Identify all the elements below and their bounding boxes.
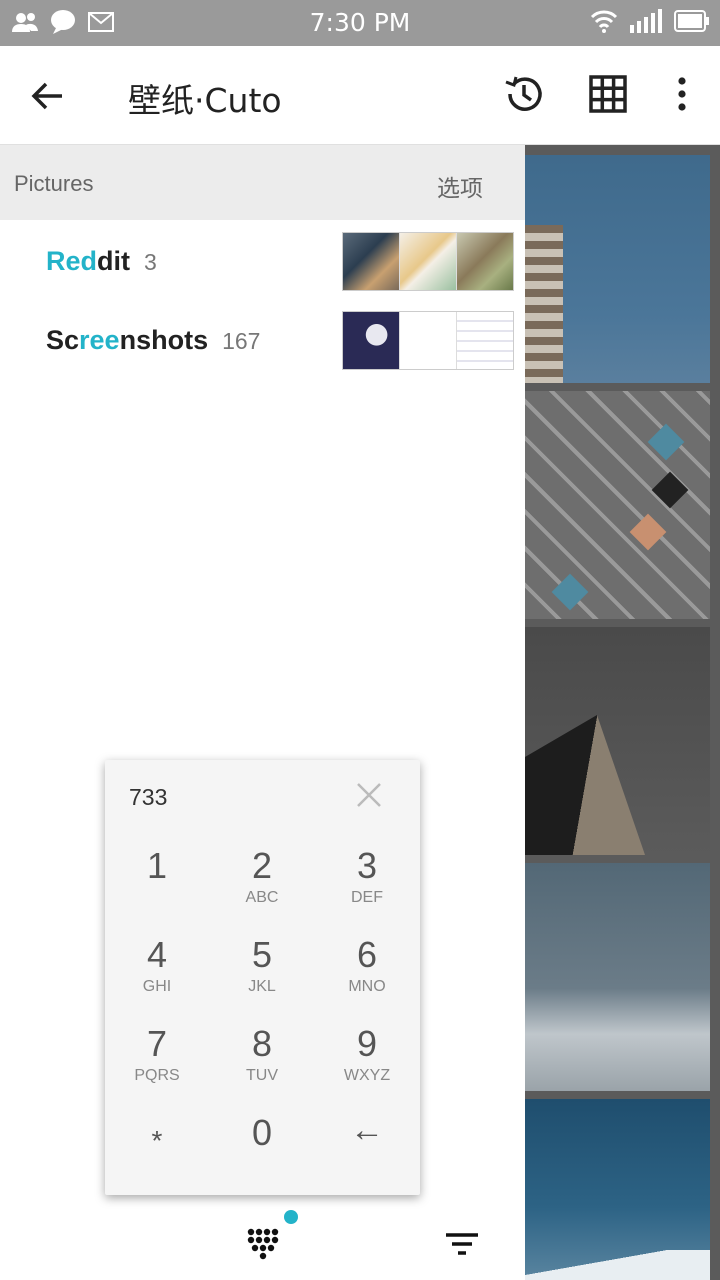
- album-count: 3: [144, 249, 157, 275]
- dialpad-query: 733: [129, 784, 168, 810]
- album-name: Reddit 3: [46, 246, 157, 276]
- album-item-screenshots[interactable]: Screenshots 167: [0, 301, 525, 379]
- dialpad-key-2[interactable]: 2 ABC: [212, 846, 312, 931]
- dialpad-key-7[interactable]: 7 PQRS: [107, 1024, 207, 1109]
- dialpad-key-5[interactable]: 5 JKL: [212, 935, 312, 1020]
- dialpad-key-8[interactable]: 8 TUV: [212, 1024, 312, 1109]
- wallpaper-thumbnail[interactable]: [525, 627, 710, 855]
- album-count: 167: [222, 328, 261, 354]
- album-item-reddit[interactable]: Reddit 3: [0, 222, 525, 300]
- signal-icon: [630, 9, 662, 33]
- drawer-header: Pictures 选项: [0, 145, 525, 220]
- status-bar: 7:30 PM: [0, 0, 720, 46]
- options-button[interactable]: 选项: [437, 169, 483, 203]
- app-bar: 壁纸·Cuto: [0, 46, 720, 145]
- dialpad-key-3[interactable]: 3 DEF: [317, 846, 417, 931]
- dialpad-key-6[interactable]: 6 MNO: [317, 935, 417, 1020]
- history-icon[interactable]: [502, 72, 546, 116]
- app-title: 壁纸·Cuto: [128, 81, 282, 120]
- clear-icon[interactable]: [354, 780, 384, 810]
- dialpad-key-4[interactable]: 4 GHI: [107, 935, 207, 1020]
- dialpad-key-9[interactable]: 9 WXYZ: [317, 1024, 417, 1109]
- album-thumbnails: [342, 311, 514, 370]
- dialpad: 733 1 2 ABC 3 DEF 4 GHI 5 JKL 6 MNO 7 PQRS 8 TU…: [105, 760, 420, 1195]
- battery-icon: [674, 10, 709, 32]
- wallpaper-thumbnail[interactable]: [525, 863, 710, 1091]
- wallpaper-thumbnail[interactable]: [525, 391, 710, 619]
- wifi-icon: [590, 10, 618, 33]
- wallpaper-thumbnail[interactable]: [525, 155, 710, 383]
- drawer-header-title: Pictures: [14, 171, 94, 196]
- album-thumbnails: [342, 232, 514, 291]
- more-options-icon[interactable]: [660, 72, 704, 116]
- back-arrow-icon[interactable]: [26, 74, 70, 118]
- grid-view-icon[interactable]: [586, 72, 630, 116]
- wallpaper-thumbnail[interactable]: [525, 1099, 710, 1280]
- active-indicator-dot: [284, 1210, 298, 1224]
- album-drawer: Pictures 选项 Reddit 3 Screenshots 167 733 1…: [0, 145, 525, 1280]
- dialpad-toggle-icon[interactable]: [246, 1227, 280, 1261]
- dialpad-key-star[interactable]: *: [107, 1116, 207, 1201]
- filter-icon[interactable]: [444, 1231, 480, 1259]
- album-name: Screenshots 167: [46, 325, 261, 355]
- dialpad-key-1[interactable]: 1: [107, 846, 207, 931]
- wallpaper-grid: [525, 145, 720, 1280]
- dialpad-backspace-key[interactable]: ←: [317, 1110, 417, 1195]
- dialpad-key-0[interactable]: 0: [212, 1113, 312, 1198]
